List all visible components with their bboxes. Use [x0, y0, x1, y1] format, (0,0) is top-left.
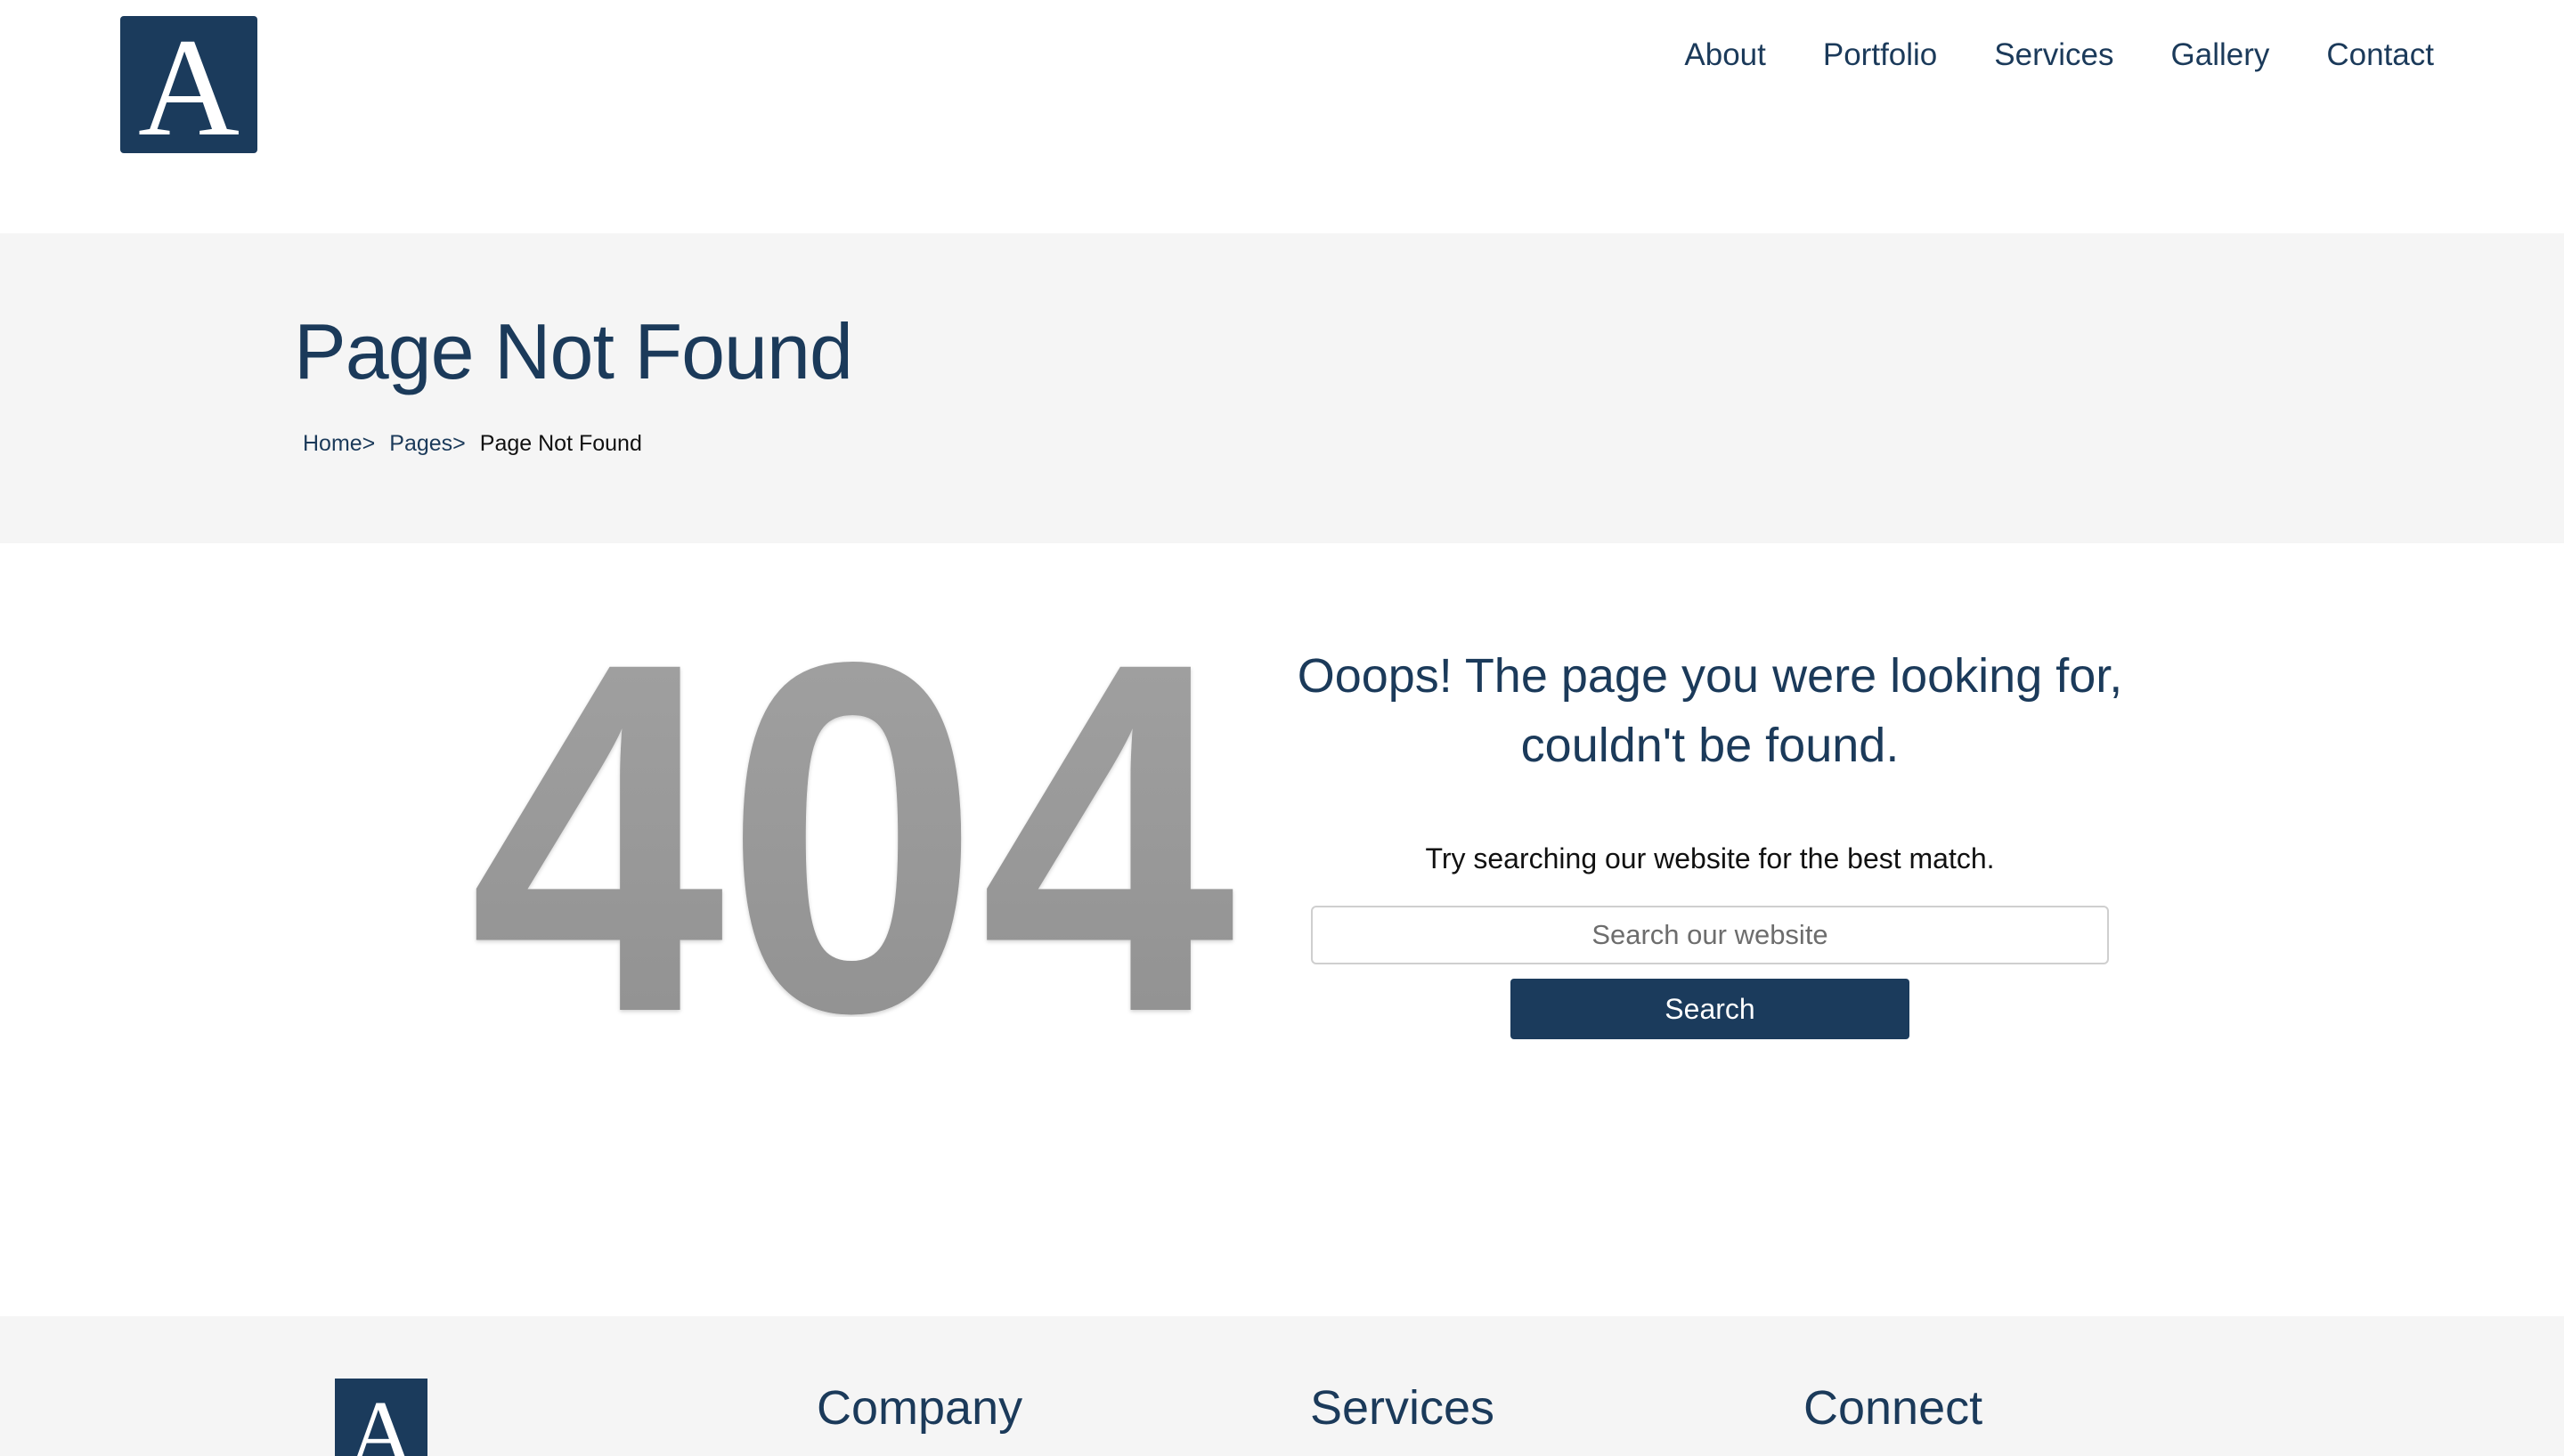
footer-logo[interactable]: A [335, 1379, 427, 1456]
nav-services-link[interactable]: Services [1994, 37, 2113, 73]
page-title: Page Not Found [294, 307, 853, 395]
breadcrumb-current: Page Not Found [479, 431, 642, 456]
breadcrumb-home-link[interactable]: Home> [303, 431, 375, 457]
error-message: Ooops! The page you were looking for, co… [1256, 641, 2164, 1039]
search-input[interactable] [1311, 906, 2109, 964]
search-button[interactable]: Search [1510, 979, 1909, 1039]
error-heading: Ooops! The page you were looking for, co… [1256, 641, 2164, 780]
main-nav: About Portfolio Services Gallery Contact [1684, 37, 2434, 73]
main-content: 404 Ooops! The page you were looking for… [0, 543, 2564, 1316]
site-header: A About Portfolio Services Gallery Conta… [0, 0, 2564, 233]
search-hint: Try searching our website for the best m… [1425, 842, 1995, 874]
footer-company-heading: Company [817, 1381, 1023, 1435]
site-footer: A Company Services Connect [0, 1316, 2564, 1456]
nav-portfolio-link[interactable]: Portfolio [1823, 37, 1937, 73]
error-code-text: 404 [469, 643, 1238, 1017]
error-code-graphic: 404 [469, 643, 1238, 1017]
nav-gallery-link[interactable]: Gallery [2171, 37, 2270, 73]
footer-services-heading: Services [1310, 1381, 1495, 1435]
nav-about-link[interactable]: About [1684, 37, 1765, 73]
breadcrumb: Home> Pages> Page Not Found [303, 431, 642, 457]
error-heading-line2: couldn't be found. [1520, 719, 1900, 772]
error-heading-line1: Ooops! The page you were looking for, [1297, 649, 2123, 703]
breadcrumb-pages-link[interactable]: Pages> [389, 431, 466, 457]
footer-connect-heading: Connect [1803, 1381, 1983, 1435]
footer-logo-letter: A [347, 1382, 415, 1456]
logo-letter: A [137, 10, 240, 166]
page-title-band: Page Not Found Home> Pages> Page Not Fou… [0, 233, 2564, 543]
site-logo[interactable]: A [120, 16, 257, 159]
nav-contact-link[interactable]: Contact [2326, 37, 2434, 73]
